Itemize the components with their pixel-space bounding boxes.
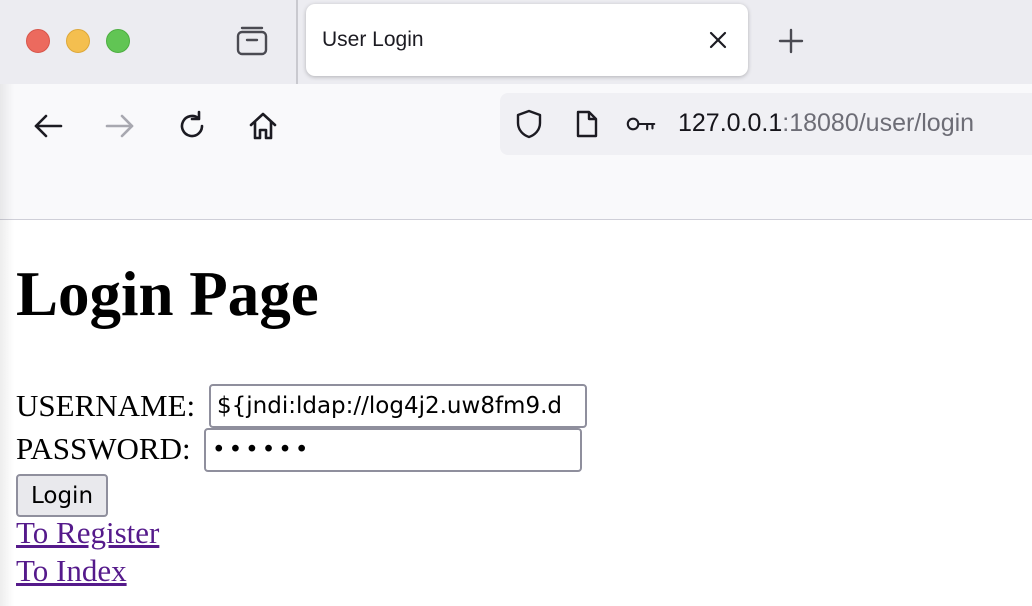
key-icon[interactable]	[626, 109, 656, 139]
page-content: Login Page USERNAME: ${jndi:ldap://log4j…	[0, 221, 1032, 606]
tab-title: User Login	[322, 28, 424, 51]
forward-arrow-icon[interactable]	[100, 106, 140, 146]
close-tab-icon[interactable]	[706, 28, 730, 52]
to-index-link[interactable]: To Index	[16, 555, 127, 586]
username-input[interactable]: ${jndi:ldap://log4j2.uw8fm9.d	[209, 384, 587, 428]
close-window-button[interactable]	[26, 29, 50, 53]
password-label: PASSWORD:	[16, 431, 191, 466]
tab-user-login[interactable]: User Login	[306, 4, 748, 76]
tracking-protection-shield-icon[interactable]	[514, 109, 544, 139]
login-button[interactable]: Login	[16, 474, 108, 517]
to-register-link[interactable]: To Register	[16, 517, 159, 548]
url-text[interactable]: 127.0.0.1:18080/user/login	[678, 109, 974, 138]
page-info-icon[interactable]	[572, 109, 602, 139]
zoom-window-button[interactable]	[106, 29, 130, 53]
new-tab-plus-icon[interactable]	[776, 26, 806, 56]
address-bar[interactable]: 127.0.0.1:18080/user/login	[500, 93, 1032, 155]
url-host: 127.0.0.1	[678, 109, 783, 137]
tab-strip-divider	[296, 0, 298, 84]
tab-strip: User Login	[0, 0, 1032, 84]
navigation-toolbar: 127.0.0.1:18080/user/login	[0, 84, 1032, 220]
page-title: Login Page	[16, 259, 319, 329]
password-input[interactable]: ••••••	[204, 428, 582, 472]
minimize-window-button[interactable]	[66, 29, 90, 53]
url-path: :18080/user/login	[782, 109, 975, 137]
username-label: USERNAME:	[16, 388, 196, 423]
tab-overview-icon[interactable]	[234, 24, 270, 58]
back-arrow-icon[interactable]	[28, 106, 68, 146]
reload-icon[interactable]	[172, 106, 212, 146]
home-icon[interactable]	[243, 106, 283, 146]
